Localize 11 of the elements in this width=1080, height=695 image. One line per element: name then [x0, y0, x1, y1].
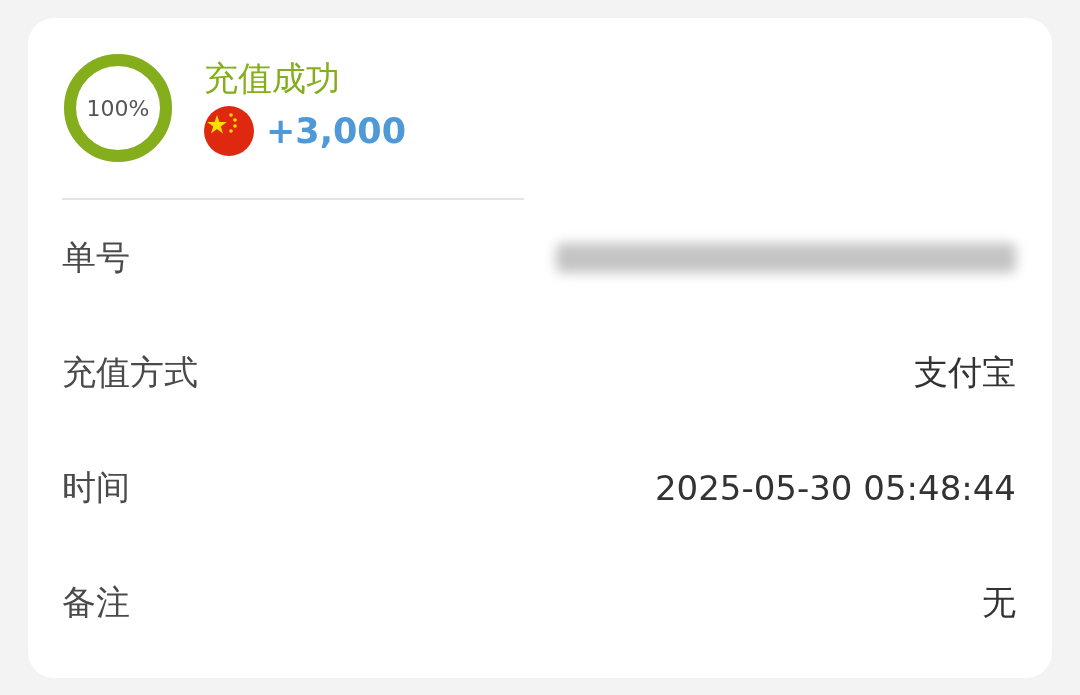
status-title: 充值成功	[204, 57, 341, 100]
detail-label: 单号	[62, 235, 130, 279]
detail-label: 时间	[62, 465, 130, 509]
detail-label: 备注	[62, 580, 130, 624]
progress-label: 100%	[86, 95, 150, 121]
amount: +3,000	[266, 110, 407, 153]
detail-value: 无	[982, 580, 1016, 624]
flag-icon	[204, 106, 254, 156]
detail-label: 充值方式	[62, 350, 198, 394]
detail-value: 2025-05-30 05:48:44	[654, 467, 1016, 508]
detail-value: 支付宝	[914, 350, 1016, 394]
